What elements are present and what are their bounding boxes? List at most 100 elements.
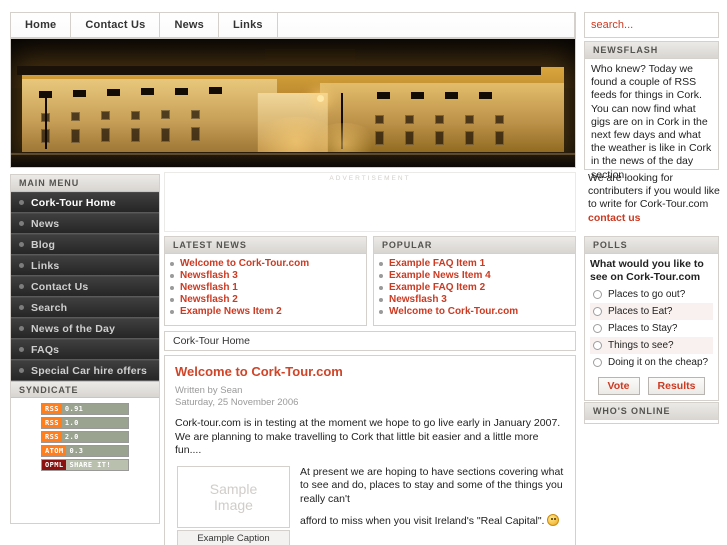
list-item[interactable]: Welcome to Cork-Tour.com bbox=[170, 258, 362, 269]
bullet-icon bbox=[19, 242, 24, 247]
latest-news-link[interactable]: Newsflash 2 bbox=[180, 294, 238, 305]
sidebar-item-label: News of the Day bbox=[31, 322, 116, 335]
sidebar-item-news[interactable]: News bbox=[11, 213, 159, 234]
article-byline: Written by Sean Saturday, 25 November 20… bbox=[175, 385, 565, 408]
opml-share-it-badge[interactable]: OPML SHARE IT! bbox=[41, 459, 129, 471]
contact-us-link[interactable]: contact us bbox=[588, 212, 641, 224]
radio-icon[interactable] bbox=[593, 358, 602, 367]
popular-link[interactable]: Welcome to Cork-Tour.com bbox=[389, 306, 518, 317]
smiley-icon bbox=[547, 514, 560, 526]
sidebar-item-blog[interactable]: Blog bbox=[11, 234, 159, 255]
latest-news-link[interactable]: Newsflash 1 bbox=[180, 282, 238, 293]
results-button[interactable]: Results bbox=[647, 377, 706, 395]
hero-street-lamp bbox=[317, 95, 324, 102]
radio-icon[interactable] bbox=[593, 307, 602, 316]
topnav-label: News bbox=[174, 19, 204, 31]
whos-online-module: WHO'S ONLINE bbox=[584, 402, 719, 424]
poll-option-doing-it-on-the-cheap[interactable]: Doing it on the cheap? bbox=[590, 354, 713, 371]
badge-kind: RSS bbox=[42, 404, 62, 414]
polls-module: POLLS What would you like to see on Cork… bbox=[584, 236, 719, 401]
sidebar-item-label: News bbox=[31, 217, 60, 230]
sidebar-item-special-car-hire-offers[interactable]: Special Car hire offers bbox=[11, 360, 159, 381]
bullet-icon bbox=[379, 273, 383, 278]
latest-news-link[interactable]: Newsflash 3 bbox=[180, 270, 238, 281]
bullet-icon bbox=[170, 309, 174, 314]
breadcrumb-label: Cork-Tour Home bbox=[173, 335, 251, 347]
badge-kind: ATOM bbox=[42, 446, 67, 456]
popular-link[interactable]: Newsflash 3 bbox=[389, 294, 447, 305]
poll-option-label: Doing it on the cheap? bbox=[608, 357, 709, 368]
top-navigation: Home Contact Us News Links bbox=[10, 12, 576, 38]
topnav-item-links[interactable]: Links bbox=[218, 13, 278, 37]
search-box[interactable] bbox=[584, 12, 719, 38]
rss-20-badge[interactable]: RSS 2.0 bbox=[41, 431, 129, 443]
sidebar-item-links[interactable]: Links bbox=[11, 255, 159, 276]
poll-option-places-to-eat[interactable]: Places to Eat? bbox=[590, 303, 713, 320]
popular-link[interactable]: Example News Item 4 bbox=[389, 270, 491, 281]
list-item[interactable]: Example News Item 2 bbox=[170, 306, 362, 317]
poll-option-label: Things to see? bbox=[608, 340, 674, 351]
polls-title: POLLS bbox=[585, 237, 718, 254]
list-item[interactable]: Newsflash 2 bbox=[170, 294, 362, 305]
article-paragraph-3-text: afford to miss when you visit Ireland's … bbox=[300, 515, 545, 527]
list-item[interactable]: Welcome to Cork-Tour.com bbox=[379, 306, 571, 317]
topnav-filler bbox=[277, 13, 575, 37]
bullet-icon bbox=[19, 263, 24, 268]
poll-option-places-to-go-out[interactable]: Places to go out? bbox=[590, 286, 713, 303]
hero-tree bbox=[45, 97, 47, 149]
latest-news-link[interactable]: Welcome to Cork-Tour.com bbox=[180, 258, 309, 269]
list-item[interactable]: Newsflash 3 bbox=[379, 294, 571, 305]
vote-button[interactable]: Vote bbox=[597, 377, 640, 395]
advertisement-banner[interactable]: ADVERTISEMENT bbox=[164, 172, 576, 232]
topnav-item-news[interactable]: News bbox=[160, 13, 219, 37]
sidebar-item-search[interactable]: Search bbox=[11, 297, 159, 318]
radio-icon[interactable] bbox=[593, 324, 602, 333]
sidebar-item-faqs[interactable]: FAQs bbox=[11, 339, 159, 360]
poll-option-label: Places to go out? bbox=[608, 289, 686, 300]
topnav-label: Links bbox=[232, 19, 263, 31]
whos-online-title: WHO'S ONLINE bbox=[585, 403, 718, 420]
list-item[interactable]: Newsflash 3 bbox=[170, 270, 362, 281]
list-item[interactable]: Example FAQ Item 1 bbox=[379, 258, 571, 269]
advertisement-label: ADVERTISEMENT bbox=[329, 175, 411, 182]
popular-link[interactable]: Example FAQ Item 2 bbox=[389, 282, 485, 293]
list-item[interactable]: Example FAQ Item 2 bbox=[379, 282, 571, 293]
poll-buttons: Vote Results bbox=[590, 377, 713, 395]
badge-version: SHARE IT! bbox=[66, 460, 128, 470]
search-input[interactable] bbox=[585, 19, 718, 31]
page-root: Home Contact Us News Links search... NEW… bbox=[0, 0, 727, 545]
rss-10-badge[interactable]: RSS 1.0 bbox=[41, 417, 129, 429]
hero-photo bbox=[11, 39, 575, 167]
poll-option-things-to-see[interactable]: Things to see? bbox=[590, 337, 713, 354]
bullet-icon bbox=[379, 297, 383, 302]
radio-icon[interactable] bbox=[593, 341, 602, 350]
topnav-item-contact-us[interactable]: Contact Us bbox=[71, 13, 161, 37]
article-date: Saturday, 25 November 2006 bbox=[175, 396, 299, 408]
sidebar-item-news-of-the-day[interactable]: News of the Day bbox=[11, 318, 159, 339]
list-item[interactable]: Newsflash 1 bbox=[170, 282, 362, 293]
popular-link[interactable]: Example FAQ Item 1 bbox=[389, 258, 485, 269]
sidebar-item-label: Cork-Tour Home bbox=[31, 196, 116, 209]
bullet-icon bbox=[19, 326, 24, 331]
poll-option-label: Places to Eat? bbox=[608, 306, 673, 317]
breadcrumb: Cork-Tour Home bbox=[164, 331, 576, 351]
rss-091-badge[interactable]: RSS 0.91 bbox=[41, 403, 129, 415]
poll-option-places-to-stay[interactable]: Places to Stay? bbox=[590, 320, 713, 337]
article-paragraph-3: afford to miss when you visit Ireland's … bbox=[300, 514, 565, 529]
topnav-item-home[interactable]: Home bbox=[11, 13, 72, 37]
sidebar-item-label: Special Car hire offers bbox=[31, 364, 148, 377]
atom-03-badge[interactable]: ATOM 0.3 bbox=[41, 445, 129, 457]
latest-news-module: LATEST NEWS Welcome to Cork-Tour.com New… bbox=[164, 236, 367, 326]
article-author: Written by Sean bbox=[175, 385, 243, 396]
sidebar-item-contact-us[interactable]: Contact Us bbox=[11, 276, 159, 297]
syndicate-badges: RSS 0.91 RSS 1.0 RSS 2.0 ATOM 0.3 OPML S… bbox=[11, 398, 159, 477]
contributors-text: We are looking for contributers if you w… bbox=[588, 172, 720, 211]
list-item[interactable]: Example News Item 4 bbox=[379, 270, 571, 281]
sidebar-item-label: Contact Us bbox=[31, 280, 89, 293]
radio-icon[interactable] bbox=[593, 290, 602, 299]
sidebar-item-cork-tour-home[interactable]: Cork-Tour Home bbox=[11, 192, 159, 213]
latest-news-link[interactable]: Example News Item 2 bbox=[180, 306, 282, 317]
hero-banner-image bbox=[10, 38, 576, 168]
bullet-icon bbox=[170, 285, 174, 290]
sidebar-item-label: Links bbox=[31, 259, 60, 272]
